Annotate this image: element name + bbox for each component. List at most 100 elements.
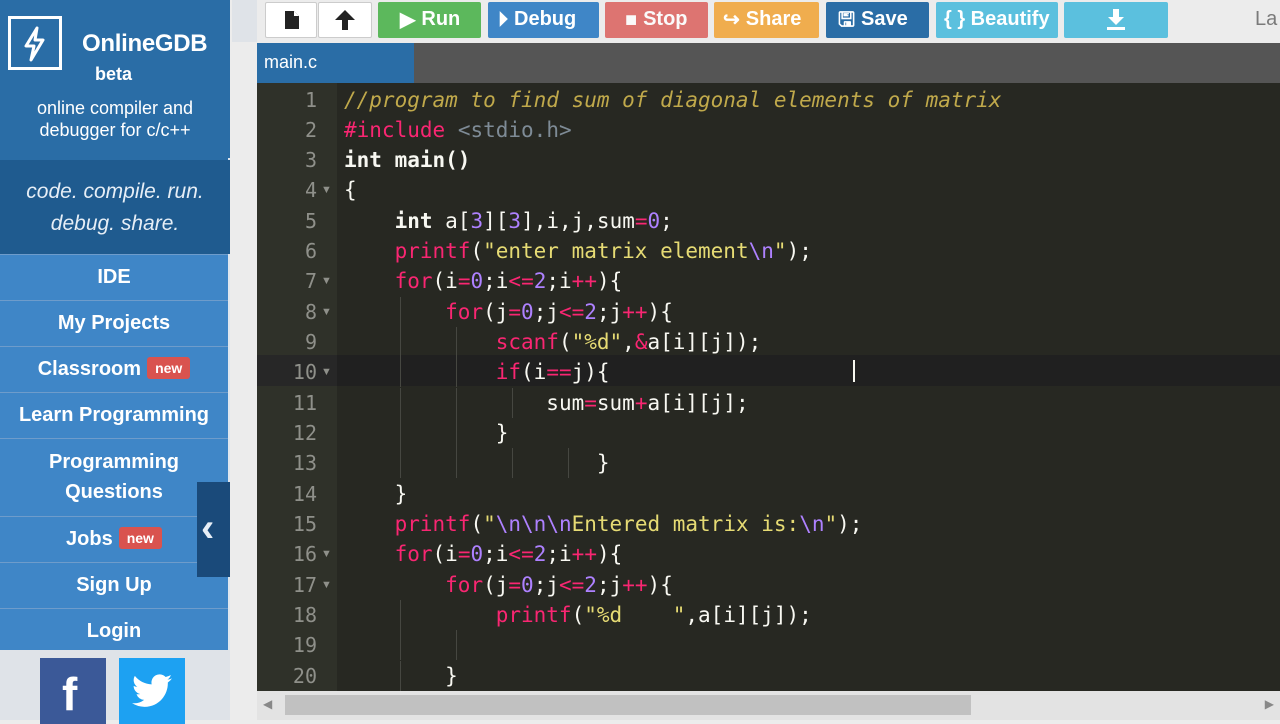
stop-label: Stop (643, 8, 688, 30)
scroll-right-arrow-icon[interactable]: ▶ (1265, 697, 1274, 711)
code-text: ;j (596, 300, 623, 324)
play-circle-icon: ⏵ (498, 9, 508, 31)
code-number: 0 (521, 573, 534, 597)
share-icon: ↪ (723, 9, 740, 31)
code-string: " (483, 512, 496, 536)
save-button[interactable]: 🖫 Save (826, 2, 929, 38)
brand-beta-label: beta (95, 64, 133, 84)
code-editor[interactable]: 1 2 3 4 5 6 7 8 9 10 11 12 13 14 15 16 1… (257, 83, 1280, 691)
brand-header: OnlineGDB beta online compiler and debug… (0, 0, 230, 158)
code-operator: = (508, 573, 522, 597)
fold-arrow-icon[interactable]: ▼ (321, 266, 332, 296)
sidebar-item-ide[interactable]: IDE (0, 254, 228, 300)
sidebar-collapse-button[interactable]: ‹ (197, 482, 230, 577)
sidebar-item-login[interactable]: Login (0, 608, 228, 654)
code-line-2: #include <stdio.h> (344, 115, 572, 145)
code-operator: <= (559, 300, 585, 324)
code-text: ); (786, 239, 812, 263)
file-icon (285, 11, 299, 29)
horizontal-scrollbar[interactable]: ◀ ▶ (257, 691, 1280, 720)
lightning-icon (24, 26, 45, 62)
code-line-11: sum=sum+a[i][j]; (344, 388, 749, 418)
code-number: 2 (533, 542, 547, 566)
debug-button[interactable]: ⏵ Debug (488, 2, 599, 38)
play-icon: ▶ (400, 9, 416, 31)
line-number: 15 (292, 512, 317, 536)
line-number: 20 (292, 664, 317, 688)
chevron-left-icon: ‹ (201, 506, 215, 550)
fold-arrow-icon[interactable]: ▼ (321, 297, 332, 327)
indent-guide (400, 630, 401, 660)
code-string: " (773, 239, 787, 263)
code-text: ( (470, 512, 484, 536)
line-number: 8 (304, 300, 317, 324)
onlinegdb-logo[interactable] (8, 16, 62, 70)
sidebar-item-jobs[interactable]: Jobs new (0, 516, 228, 562)
beautify-button[interactable]: { } Beautify (936, 2, 1058, 38)
upload-button[interactable] (318, 2, 372, 38)
share-button[interactable]: ↪ Share (714, 2, 819, 38)
code-text: ;j (596, 573, 623, 597)
code-include-header: <stdio.h> (457, 118, 572, 142)
code-operator: = (584, 391, 597, 415)
code-number: 0 (521, 300, 534, 324)
code-escape: \n (799, 512, 825, 536)
sidebar-item-my-projects[interactable]: My Projects (0, 300, 228, 346)
line-number: 4 (304, 178, 317, 202)
sidebar-item-learn-programming[interactable]: Learn Programming (0, 392, 228, 438)
sidebar-item-label-line1: Programming (48, 451, 180, 473)
code-text: } (394, 482, 408, 506)
twitter-button[interactable] (119, 658, 185, 724)
code-text: a[i][j]; (647, 391, 749, 415)
code-line-9: scanf("%d",&a[i][j]); (344, 327, 762, 357)
code-string: "%d " (584, 603, 686, 627)
language-select[interactable]: La (1255, 8, 1277, 31)
facebook-button[interactable]: f (40, 658, 106, 724)
download-icon (1107, 9, 1125, 30)
code-operator: = (634, 209, 648, 233)
share-label: Share (745, 8, 802, 30)
sidebar-item-classroom[interactable]: Classroom new (0, 346, 228, 392)
fold-arrow-icon[interactable]: ▼ (321, 175, 332, 205)
scroll-left-arrow-icon[interactable]: ◀ (263, 697, 272, 711)
sidebar-item-sign-up[interactable]: Sign Up (0, 562, 228, 608)
code-text: ( (470, 239, 484, 263)
sidebar-nav: IDE My Projects Classroom new Learn Progr… (0, 254, 230, 654)
scrollbar-thumb[interactable] (285, 695, 971, 715)
code-operator: == (546, 360, 572, 384)
code-text: ){ (647, 300, 673, 324)
code-text: ){ (596, 269, 623, 293)
code-keyword: for (394, 542, 433, 566)
sidebar-item-programming-questions[interactable]: Programming Questions (0, 438, 228, 516)
stop-button[interactable]: ■ Stop (605, 2, 708, 38)
fold-arrow-icon[interactable]: ▼ (321, 539, 332, 569)
fold-arrow-icon[interactable]: ▼ (321, 357, 332, 387)
code-operator: <= (508, 269, 534, 293)
file-tab-bar: main.c (257, 43, 1280, 83)
code-number: 2 (584, 573, 597, 597)
code-operator: ++ (622, 300, 648, 324)
tagline: code. compile. run. debug. share. (0, 160, 230, 254)
code-operator: ++ (571, 269, 597, 293)
code-keyword: for (394, 269, 433, 293)
code-operator: <= (508, 542, 534, 566)
fold-arrow-icon[interactable]: ▼ (321, 570, 332, 600)
code-text: { (344, 178, 357, 202)
new-file-button[interactable] (265, 2, 317, 38)
run-button[interactable]: ▶ Run (378, 2, 481, 38)
code-text: sum (546, 391, 585, 415)
code-number: 3 (470, 209, 484, 233)
code-text: ;j (533, 573, 559, 597)
code-keyword: if (495, 360, 522, 384)
code-text: ,a[i][j]); (685, 603, 812, 627)
code-text: ;i (483, 542, 509, 566)
tab-main-c[interactable]: main.c (257, 43, 414, 83)
code-string: Entered matrix is: (571, 512, 800, 536)
line-number: 10 (292, 360, 317, 384)
code-text: a[ (432, 209, 471, 233)
tagline-line1: code. compile. run. (26, 180, 204, 203)
code-text: ){ (647, 573, 673, 597)
download-button[interactable] (1064, 2, 1168, 38)
sidebar: OnlineGDB beta online compiler and debug… (0, 0, 230, 724)
brand-description: online compiler and debugger for c/c++ (0, 97, 230, 141)
